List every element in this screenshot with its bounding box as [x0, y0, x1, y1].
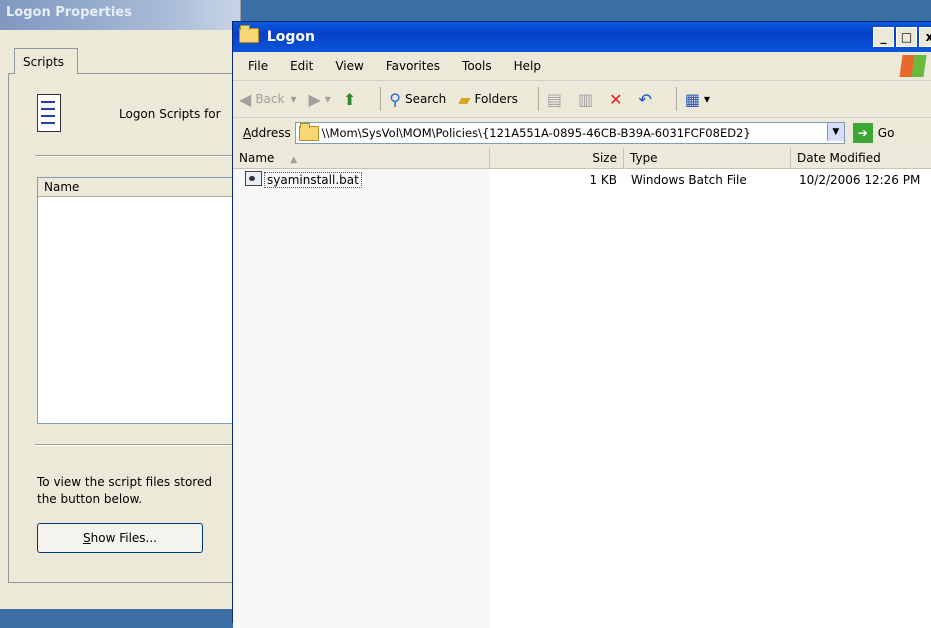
file-name: syaminstall.bat — [264, 172, 362, 188]
back-dropdown-icon: ▾ — [290, 92, 297, 106]
folders-label: Folders — [474, 92, 518, 106]
views-dropdown-icon: ▾ — [704, 92, 711, 106]
search-label: Search — [404, 92, 447, 106]
address-input[interactable]: \\Mom\SysVol\MOM\Policies\{121A551A-0895… — [294, 122, 845, 144]
list-header-name[interactable]: Name — [38, 178, 248, 197]
toolbar-separator — [537, 87, 539, 111]
folders-icon: ▰ — [458, 89, 471, 109]
window-controls: _ □ x — [873, 27, 931, 47]
show-files-accelerator: S — [83, 531, 91, 545]
folder-icon — [239, 25, 259, 43]
toolbar-separator — [675, 87, 677, 111]
show-files-label: how Files... — [90, 531, 157, 545]
copy-to-icon: ▥ — [577, 89, 594, 109]
dialog-title: Logon Properties — [0, 0, 240, 30]
hint-line: To view the script files stored — [37, 475, 212, 489]
up-folder-icon: ⬆ — [342, 89, 357, 109]
go-arrow-icon[interactable]: ➔ — [852, 123, 873, 143]
divider — [35, 155, 255, 157]
script-file-icon — [37, 94, 61, 132]
menu-view[interactable]: View — [324, 59, 374, 73]
scripts-panel: Logon Scripts for Name To view the scrip… — [8, 73, 255, 583]
address-path: \\Mom\SysVol\MOM\Policies\{121A551A-0895… — [321, 126, 751, 140]
file-size: 1 KB — [589, 173, 617, 187]
column-type[interactable]: Type — [624, 148, 791, 169]
close-button[interactable]: x — [919, 27, 931, 47]
folders-button[interactable]: ▰ Folders — [458, 90, 518, 109]
delete-button[interactable]: ✕ — [609, 90, 626, 109]
search-button[interactable]: ⚲ Search — [389, 90, 446, 109]
toolbar-separator — [380, 87, 382, 111]
menu-favorites[interactable]: Favorites — [375, 59, 451, 73]
scripts-list[interactable]: Name — [37, 177, 249, 424]
table-row[interactable]: syaminstall.bat 1 KB Windows Batch File … — [233, 169, 931, 191]
address-accelerator: A — [243, 126, 251, 140]
explorer-window: Logon _ □ x File Edit View Favorites Too… — [232, 21, 931, 628]
batch-file-icon — [245, 171, 262, 186]
undo-button[interactable]: ↶ — [639, 90, 656, 109]
move-to-icon: ▤ — [546, 89, 562, 109]
forward-dropdown-icon: ▾ — [324, 92, 331, 106]
views-button[interactable]: ▦ ▾ — [685, 90, 710, 109]
undo-icon: ↶ — [638, 89, 652, 109]
explorer-titlebar[interactable]: Logon _ □ x — [233, 22, 931, 52]
back-label: Back — [255, 92, 285, 106]
sort-ascending-icon: ▲ — [290, 155, 298, 165]
back-button[interactable]: ◀ Back ▾ — [239, 90, 296, 109]
standard-toolbar: ◀ Back ▾ ▶ ▾ ⬆ ⚲ Search ▰ Folders ▤ ▥ ✕ … — [233, 81, 931, 118]
menu-file[interactable]: File — [237, 59, 279, 73]
address-label: Address — [243, 126, 291, 140]
divider — [35, 444, 255, 446]
file-list[interactable]: Name ▲ Size Type Date Modified syaminsta… — [233, 148, 931, 628]
forward-arrow-icon: ▶ — [308, 89, 321, 109]
column-name-label: Name — [239, 151, 275, 165]
menu-help[interactable]: Help — [503, 59, 552, 73]
maximize-button[interactable]: □ — [896, 27, 917, 47]
show-files-hint: To view the script files stored the butt… — [37, 474, 249, 508]
address-label-rest: ddress — [251, 126, 291, 140]
views-icon: ▦ — [684, 89, 701, 109]
file-name-cell: syaminstall.bat — [245, 169, 362, 191]
menu-bar: File Edit View Favorites Tools Help — [233, 52, 931, 81]
file-type: Windows Batch File — [631, 173, 747, 187]
go-button[interactable]: Go — [878, 126, 895, 140]
logon-scripts-intro: Logon Scripts for — [119, 107, 221, 121]
show-files-button[interactable]: Show Files... — [37, 523, 203, 553]
tab-scripts[interactable]: Scripts — [14, 48, 78, 74]
move-to-button[interactable]: ▤ — [547, 90, 566, 109]
logon-properties-dialog: Logon Properties Scripts Logon Scripts f… — [0, 0, 255, 609]
search-icon: ⚲ — [389, 89, 401, 109]
window-title: Logon — [266, 29, 316, 45]
delete-x-icon: ✕ — [609, 89, 623, 109]
sorted-column-highlight — [233, 148, 490, 628]
hint-line: the button below. — [37, 492, 143, 506]
copy-to-button[interactable]: ▥ — [578, 90, 597, 109]
back-arrow-icon: ◀ — [239, 89, 252, 109]
windows-logo-icon — [899, 55, 927, 77]
column-size[interactable]: Size — [490, 148, 624, 169]
address-folder-icon — [298, 123, 319, 141]
file-date-modified: 10/2/2006 12:26 PM — [799, 173, 921, 187]
column-date-modified[interactable]: Date Modified — [791, 148, 931, 169]
menu-edit[interactable]: Edit — [279, 59, 324, 73]
forward-button[interactable]: ▶ ▾ — [308, 90, 330, 109]
column-name[interactable]: Name ▲ — [233, 148, 490, 169]
address-dropdown-icon[interactable]: ▼ — [826, 123, 844, 141]
address-bar: Address \\Mom\SysVol\MOM\Policies\{121A5… — [233, 118, 931, 149]
minimize-button[interactable]: _ — [873, 27, 894, 47]
menu-tools[interactable]: Tools — [451, 59, 503, 73]
up-button[interactable]: ⬆ — [343, 90, 360, 109]
